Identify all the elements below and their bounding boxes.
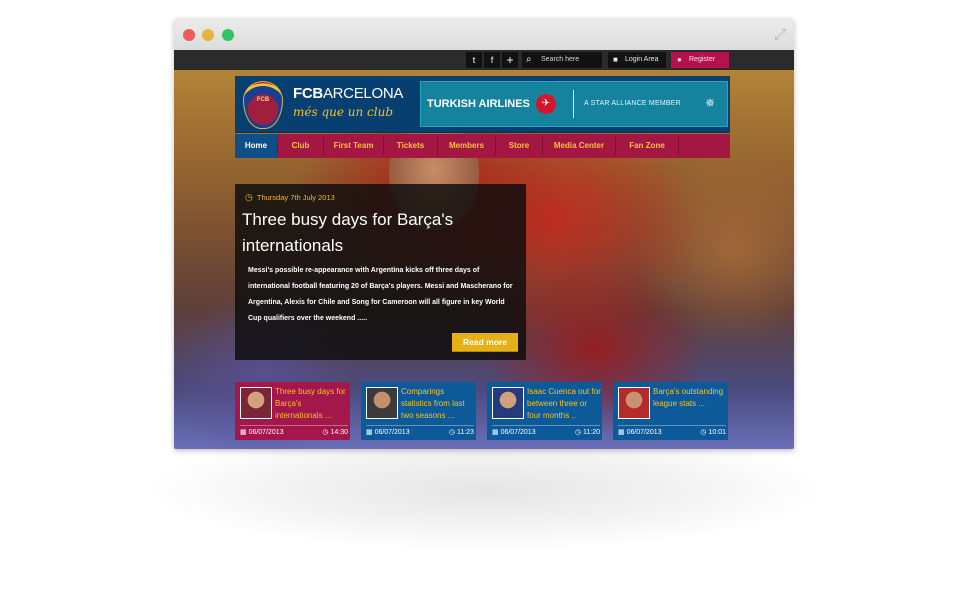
news-card-title: Isaac Cuenca out for between three or fo… bbox=[527, 387, 601, 420]
lock-icon: ■ bbox=[613, 55, 618, 64]
expand-icon[interactable]: ⤢ bbox=[772, 26, 788, 42]
main-navigation: Home Club First Team Tickets Members Sto… bbox=[235, 134, 730, 158]
login-area-button[interactable]: ■ Login Area bbox=[608, 52, 666, 68]
sponsor-name: TURKISH AIRLINES bbox=[427, 98, 530, 110]
news-card-time: 11:23 bbox=[457, 429, 474, 436]
brand-rest: ARCELONA bbox=[322, 85, 404, 102]
sponsor-alliance: A STAR ALLIANCE MEMBER bbox=[584, 100, 681, 107]
news-card[interactable]: Three busy days for Barça's internationa… bbox=[235, 382, 350, 440]
featured-date-text: Thursday 7th July 2013 bbox=[256, 193, 335, 202]
calendar-icon: ▦ 06/07/2013 bbox=[366, 429, 410, 436]
news-card-title: Barça's outstanding league stats ... bbox=[653, 387, 724, 408]
sponsor-divider bbox=[573, 90, 574, 118]
news-card[interactable]: Barça's outstanding league stats ... ▦ 0… bbox=[613, 382, 728, 440]
web-page: t f + ⌕ Search here ■ Login Area ● Regis… bbox=[174, 50, 794, 449]
clock-icon: ◷ 11:20 bbox=[574, 429, 600, 436]
news-thumbnail bbox=[240, 387, 272, 419]
news-card-meta: ▦ 06/07/2013 ◷ 11:23 bbox=[366, 425, 474, 438]
news-card-time: 10:01 bbox=[708, 429, 726, 436]
news-card-date: 06/07/2013 bbox=[248, 429, 284, 436]
news-card-time: 11:20 bbox=[583, 429, 600, 436]
news-card-title: Comparings statistics from last two seas… bbox=[401, 387, 465, 420]
read-more-button[interactable]: Read more bbox=[452, 333, 518, 352]
calendar-icon: ▦ 06/07/2013 bbox=[492, 429, 536, 436]
news-card[interactable]: Isaac Cuenca out for between three or fo… bbox=[487, 382, 602, 440]
news-card-date: 06/07/2013 bbox=[500, 429, 536, 436]
login-label: Login Area bbox=[625, 56, 659, 63]
nav-item-home[interactable]: Home bbox=[235, 134, 277, 158]
clock-icon: ◷ bbox=[245, 192, 253, 202]
news-thumbnail bbox=[366, 387, 398, 419]
featured-date: ◷ Thursday 7th July 2013 bbox=[245, 192, 335, 203]
club-motto: més que un club bbox=[293, 105, 394, 119]
news-card-meta: ▦ 06/07/2013 ◷ 11:20 bbox=[492, 425, 600, 438]
brand-bold: FCB bbox=[293, 85, 323, 102]
nav-divider bbox=[678, 137, 679, 155]
news-card-title: Three busy days for Barça's internationa… bbox=[275, 387, 346, 420]
news-thumbnail bbox=[618, 387, 650, 419]
news-card-time: 14:30 bbox=[330, 429, 348, 436]
news-card-meta: ▦ 06/07/2013 ◷ 10:01 bbox=[618, 425, 726, 438]
clock-icon: ◷ 11:23 bbox=[448, 429, 474, 436]
calendar-icon: ▦ 06/07/2013 bbox=[618, 429, 662, 436]
twitter-icon[interactable]: t bbox=[466, 52, 482, 68]
plus-icon[interactable]: + bbox=[502, 52, 518, 68]
nav-item-tickets[interactable]: Tickets bbox=[384, 134, 437, 158]
news-card-date: 06/07/2013 bbox=[626, 429, 662, 436]
register-label: Register bbox=[689, 56, 716, 63]
nav-item-media-center[interactable]: Media Center bbox=[543, 134, 615, 158]
news-card[interactable]: Comparings statistics from last two seas… bbox=[361, 382, 476, 440]
crest-text: FCB bbox=[256, 97, 270, 103]
close-window-button[interactable] bbox=[183, 29, 195, 41]
news-card-meta: ▦ 06/07/2013 ◷ 14:30 bbox=[240, 425, 348, 438]
maximize-window-button[interactable] bbox=[222, 29, 234, 41]
sponsor-banner[interactable]: TURKISH AIRLINES ✈ A STAR ALLIANCE MEMBE… bbox=[420, 81, 728, 127]
search-icon: ⌕ bbox=[526, 54, 532, 65]
search-placeholder: Search here bbox=[541, 56, 580, 63]
browser-chrome: ⤢ bbox=[174, 18, 794, 50]
club-name-logo[interactable]: FCBARCELONA bbox=[293, 85, 403, 102]
minimize-window-button[interactable] bbox=[202, 29, 214, 41]
browser-window: ⤢ t f + ⌕ Search here ■ Login Area ● Reg… bbox=[174, 18, 794, 449]
clock-icon: ◷ 10:01 bbox=[700, 429, 726, 436]
calendar-icon: ▦ 06/07/2013 bbox=[240, 429, 284, 436]
featured-summary: Messi's possible re-appearance with Arge… bbox=[248, 267, 513, 322]
nav-item-first-team[interactable]: First Team bbox=[324, 134, 383, 158]
news-card-date: 06/07/2013 bbox=[374, 429, 410, 436]
nav-item-club[interactable]: Club bbox=[278, 134, 323, 158]
club-crest-logo[interactable]: FCB bbox=[243, 81, 283, 129]
clock-icon: ◷ 14:30 bbox=[322, 429, 348, 436]
news-thumbnail bbox=[492, 387, 524, 419]
nav-item-fan-zone[interactable]: Fan Zone bbox=[616, 134, 678, 158]
register-button[interactable]: ● Register bbox=[671, 52, 729, 68]
bird-logo-icon: ✈ bbox=[536, 94, 556, 114]
star-alliance-icon: ✵ bbox=[705, 96, 716, 110]
site-header: FCB FCBARCELONA més que un club TURKISH … bbox=[235, 76, 730, 133]
top-utility-bar: t f + ⌕ Search here ■ Login Area ● Regis… bbox=[174, 50, 794, 70]
user-icon: ● bbox=[677, 55, 682, 64]
featured-title[interactable]: Three busy days for Barça's internationa… bbox=[242, 207, 517, 259]
search-input[interactable]: ⌕ Search here bbox=[522, 52, 602, 68]
nav-item-store[interactable]: Store bbox=[496, 134, 542, 158]
facebook-icon[interactable]: f bbox=[484, 52, 500, 68]
featured-article: ◷ Thursday 7th July 2013 Three busy days … bbox=[235, 184, 526, 360]
nav-item-members[interactable]: Members bbox=[438, 134, 495, 158]
